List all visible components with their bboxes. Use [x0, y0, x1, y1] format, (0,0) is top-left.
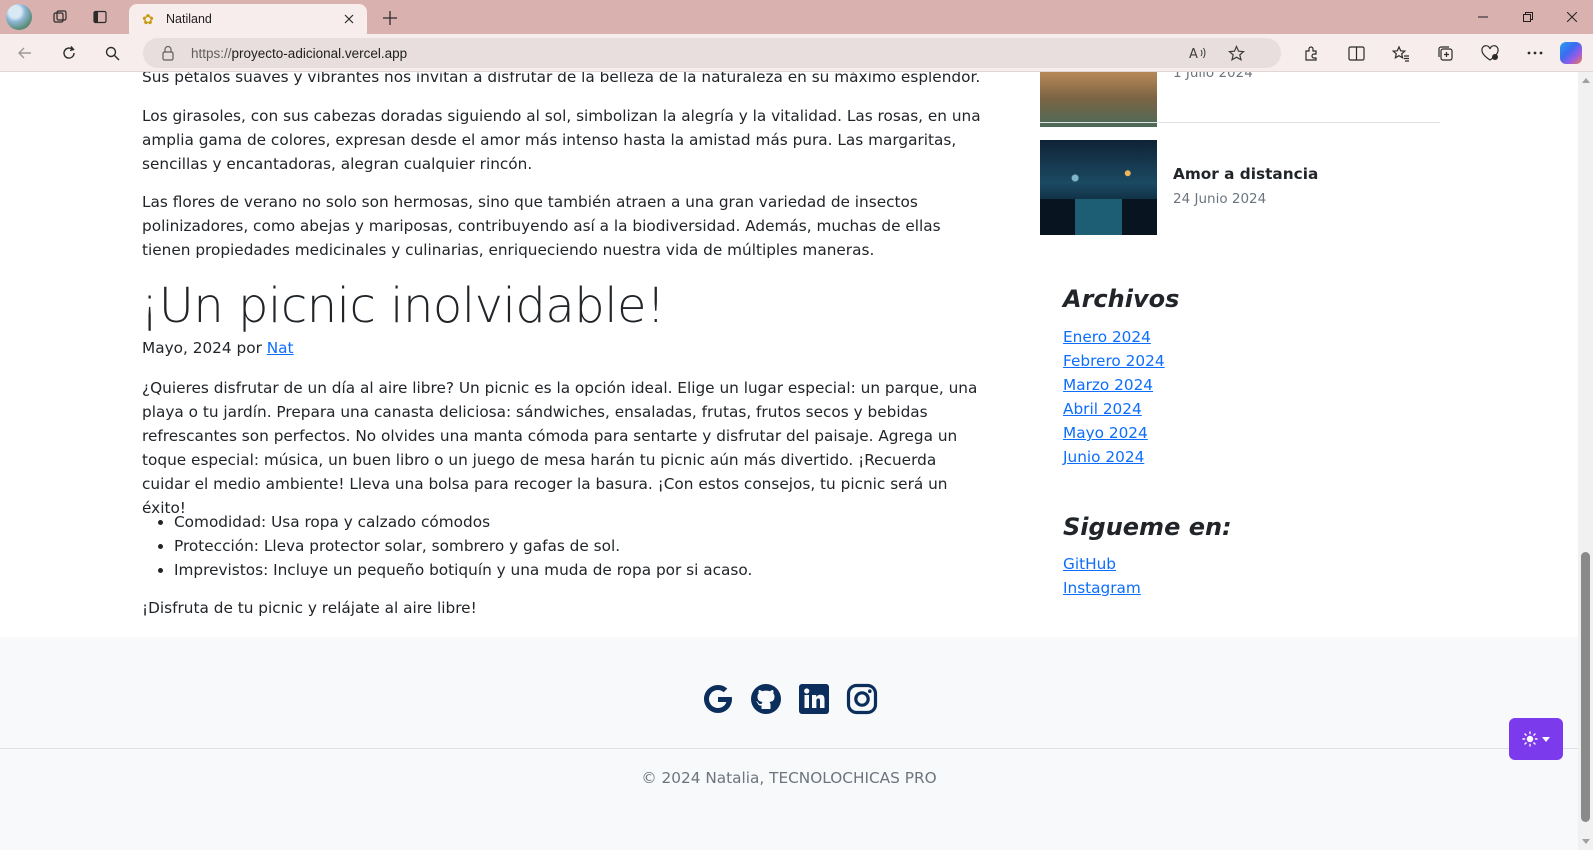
recent-post-thumbnail[interactable]: [1040, 140, 1157, 235]
footer-divider: [0, 748, 1578, 749]
list-item: Comodidad: Usa ropa y calzado cómodos: [157, 510, 752, 534]
archives-heading: Archivos: [1063, 285, 1180, 313]
follow-list: GitHub Instagram: [1063, 552, 1141, 600]
copilot-icon[interactable]: [1560, 42, 1582, 64]
tab-title: Natiland: [166, 12, 212, 26]
browser-tab-strip: ✿ Natiland: [0, 0, 1593, 34]
sun-icon: [1522, 731, 1538, 747]
archive-link[interactable]: Enero 2024: [1063, 328, 1151, 346]
natiland-favicon-icon: ✿: [142, 11, 154, 27]
url-text[interactable]: https://proyecto-adicional.vercel.app: [191, 46, 407, 61]
linkedin-icon[interactable]: [796, 681, 832, 717]
post-title: ¡Un picnic inolvidable!: [140, 278, 665, 334]
browser-toolbar: https://proyecto-adicional.vercel.app A: [0, 34, 1593, 72]
scroll-up-arrow-icon[interactable]: [1582, 78, 1590, 83]
extensions-icon[interactable]: [1296, 40, 1326, 66]
page-footer: © 2024 Natalia, TECNOLOCHICAS PRO: [0, 637, 1578, 850]
collections-icon[interactable]: [1430, 40, 1460, 66]
list-item: Imprevistos: Incluye un pequeño botiquín…: [157, 558, 752, 582]
archive-link[interactable]: Abril 2024: [1063, 400, 1142, 418]
page-viewport: Sus pétalos suaves y vibrantes nos invit…: [0, 72, 1578, 850]
article-paragraph: Los girasoles, con sus cabezas doradas s…: [142, 107, 981, 173]
article-paragraph: Sus pétalos suaves y vibrantes nos invit…: [142, 72, 981, 86]
archive-link[interactable]: Mayo 2024: [1063, 424, 1148, 442]
close-window-button[interactable]: [1549, 0, 1593, 34]
read-aloud-icon[interactable]: A: [1187, 43, 1209, 63]
new-tab-button[interactable]: [376, 5, 404, 31]
post-closing: ¡Disfruta de tu picnic y relájate al air…: [142, 599, 477, 617]
workspaces-icon[interactable]: [46, 4, 74, 30]
lock-icon[interactable]: [161, 45, 177, 61]
tab-actions-icon[interactable]: [86, 4, 114, 30]
scroll-down-arrow-icon[interactable]: [1582, 839, 1590, 844]
recent-post-thumbnail[interactable]: [1040, 72, 1157, 127]
archive-link[interactable]: Junio 2024: [1063, 448, 1144, 466]
profile-avatar-icon[interactable]: [6, 4, 32, 30]
archive-link[interactable]: Marzo 2024: [1063, 376, 1153, 394]
copyright-text: © 2024 Natalia, TECNOLOCHICAS PRO: [641, 769, 937, 787]
instagram-link[interactable]: Instagram: [1063, 579, 1141, 597]
back-button[interactable]: [10, 39, 40, 67]
recent-post-date: 24 Junio 2024: [1173, 191, 1267, 207]
svg-text:A: A: [1189, 47, 1198, 61]
more-options-icon[interactable]: [1520, 40, 1550, 66]
instagram-icon[interactable]: [844, 681, 880, 717]
theme-toggle-button[interactable]: [1509, 718, 1563, 760]
scrollbar-thumb[interactable]: [1581, 552, 1590, 822]
list-item: Protección: Lleva protector solar, sombr…: [157, 534, 752, 558]
minimize-button[interactable]: [1460, 0, 1506, 34]
page-scrollbar[interactable]: [1578, 72, 1593, 850]
recent-post-title[interactable]: Amor a distancia: [1173, 162, 1318, 186]
divider: [1040, 122, 1440, 123]
favorite-star-icon[interactable]: [1225, 43, 1247, 63]
article-paragraph: Las flores de verano no solo son hermosa…: [142, 193, 941, 259]
caret-down-icon: [1542, 736, 1550, 742]
refresh-button[interactable]: [54, 39, 84, 67]
restore-button[interactable]: [1505, 0, 1551, 34]
split-screen-icon[interactable]: [1341, 40, 1371, 66]
tips-list: Comodidad: Usa ropa y calzado cómodos Pr…: [157, 510, 752, 582]
browser-essentials-icon[interactable]: [1475, 40, 1505, 66]
github-icon[interactable]: [748, 681, 784, 717]
post-meta: Mayo, 2024 por Nat: [142, 336, 294, 360]
post-date: Mayo, 2024 por: [142, 339, 262, 357]
footer-social-icons: [700, 681, 880, 717]
github-link[interactable]: GitHub: [1063, 555, 1116, 573]
recent-post-date: 1 Julio 2024: [1173, 72, 1253, 81]
follow-heading: Sigueme en:: [1063, 513, 1232, 541]
google-icon[interactable]: [700, 681, 736, 717]
post-body: ¿Quieres disfrutar de un día al aire lib…: [142, 379, 978, 517]
search-icon[interactable]: [97, 39, 127, 67]
archives-list: Enero 2024 Febrero 2024 Marzo 2024 Abril…: [1063, 325, 1165, 469]
tab-natiland[interactable]: ✿ Natiland: [129, 4, 367, 34]
favorites-icon[interactable]: [1386, 40, 1416, 66]
address-bar[interactable]: https://proyecto-adicional.vercel.app A: [143, 38, 1281, 68]
author-link[interactable]: Nat: [267, 339, 294, 357]
tab-close-icon[interactable]: [339, 9, 359, 29]
archive-link[interactable]: Febrero 2024: [1063, 352, 1165, 370]
